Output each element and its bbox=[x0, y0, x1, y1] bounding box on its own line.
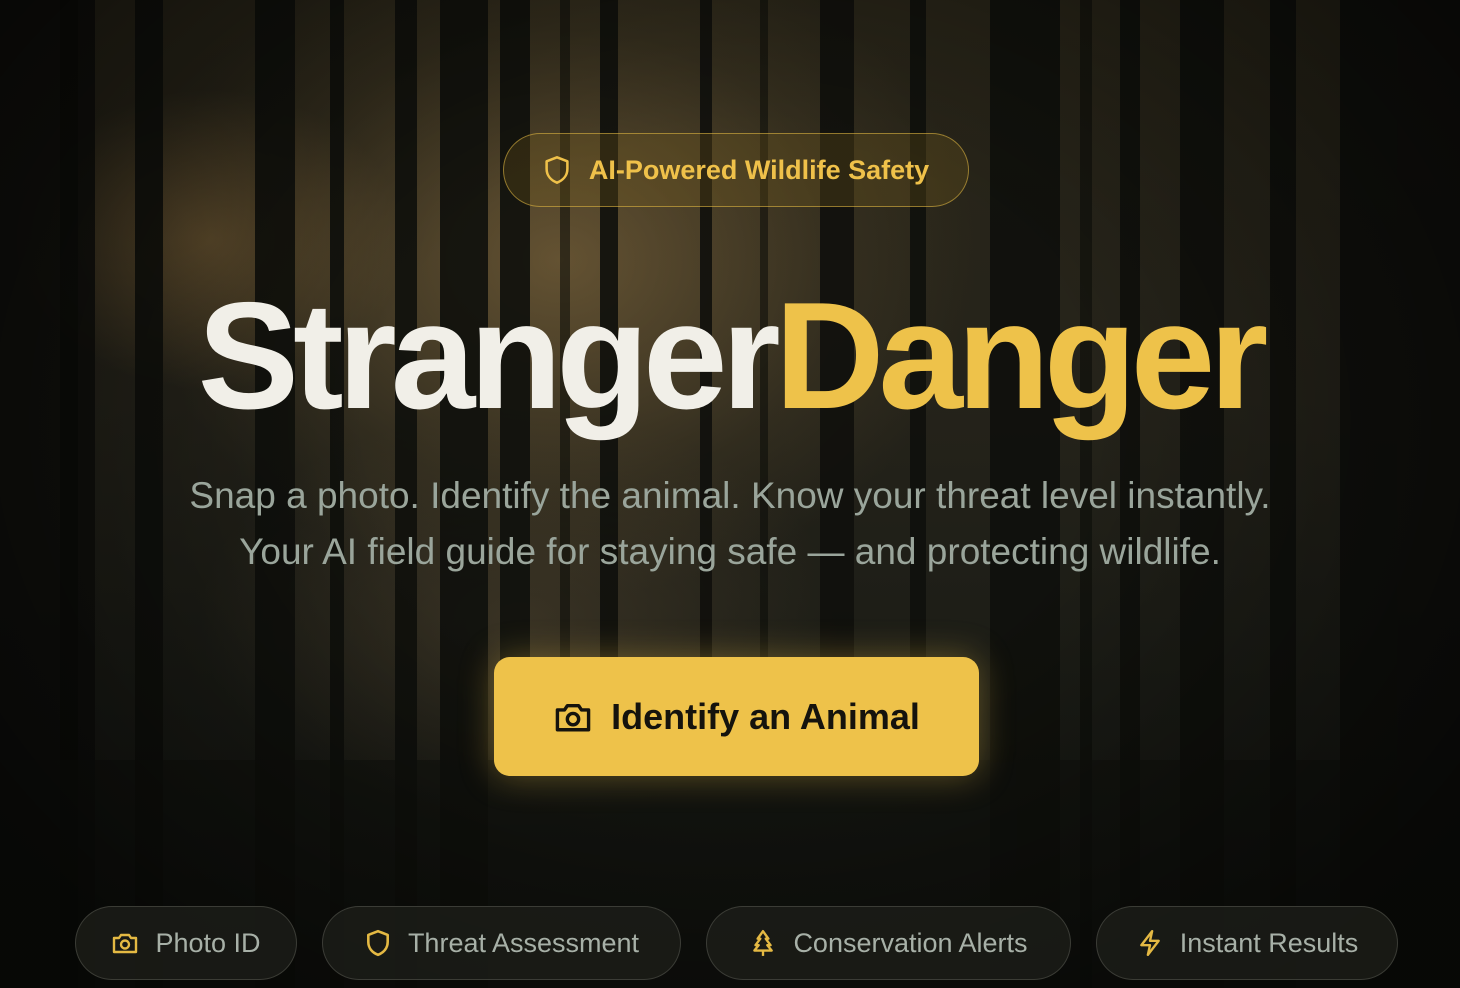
tree-icon bbox=[753, 929, 774, 956]
page-title: StrangerDanger bbox=[0, 276, 1460, 436]
feature-pills: Photo ID Threat Assessment Conservation … bbox=[0, 906, 1460, 980]
hero-section: AI-Powered Wildlife Safety StrangerDange… bbox=[0, 0, 1460, 988]
subtitle: Snap a photo. Identify the animal. Know … bbox=[0, 468, 1460, 580]
feature-label: Photo ID bbox=[155, 927, 261, 958]
subtitle-line-2: Your AI field guide for staying safe — a… bbox=[239, 531, 1221, 572]
feature-pill-conservation-alerts: Conservation Alerts bbox=[706, 906, 1071, 980]
title-part-danger: Danger bbox=[774, 271, 1269, 441]
feature-pill-threat-assessment: Threat Assessment bbox=[322, 906, 681, 980]
camera-icon bbox=[113, 933, 138, 954]
shield-icon bbox=[366, 929, 389, 957]
identify-animal-button[interactable]: Identify an Animal bbox=[494, 657, 979, 776]
feature-pill-photo-id: Photo ID bbox=[75, 906, 297, 980]
feature-label: Threat Assessment bbox=[407, 927, 640, 958]
title-part-stranger: Stranger bbox=[197, 271, 781, 441]
subtitle-line-1: Snap a photo. Identify the animal. Know … bbox=[189, 475, 1271, 516]
feature-label: Conservation Alerts bbox=[793, 927, 1028, 958]
feature-label: Instant Results bbox=[1179, 927, 1359, 958]
badge-label: AI-Powered Wildlife Safety bbox=[588, 154, 930, 185]
feature-pill-instant-results: Instant Results bbox=[1096, 906, 1398, 980]
identify-animal-label: Identify an Animal bbox=[611, 695, 920, 737]
ai-safety-badge: AI-Powered Wildlife Safety bbox=[503, 133, 969, 207]
camera-icon bbox=[555, 703, 591, 731]
lightning-icon bbox=[1139, 929, 1160, 957]
shield-icon bbox=[545, 156, 569, 184]
